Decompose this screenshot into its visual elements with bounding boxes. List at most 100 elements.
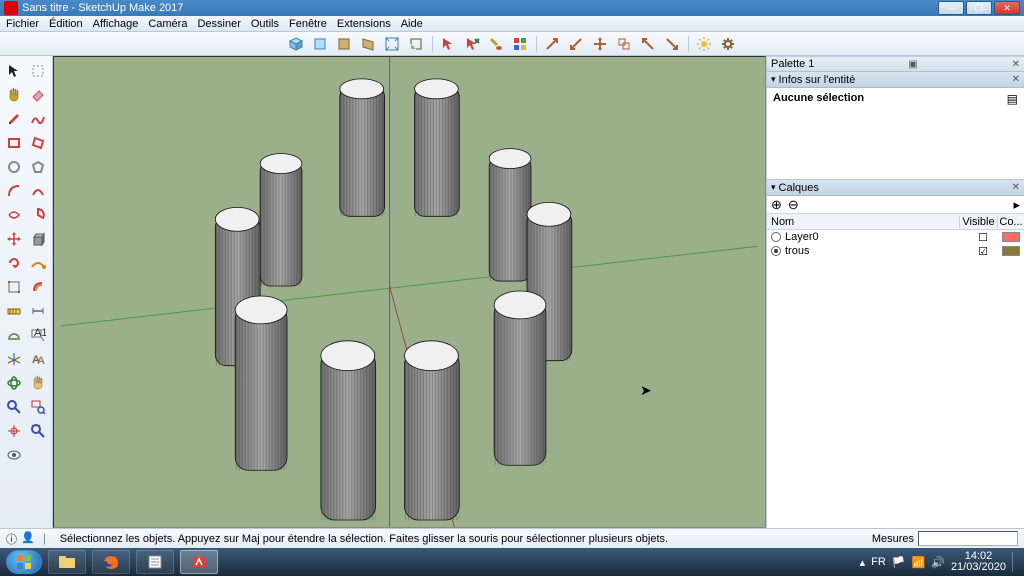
cube-right-icon[interactable] [357,34,379,54]
zoom-ext-icon[interactable] [27,420,49,442]
maximize-button[interactable]: ❐ [966,1,992,15]
axes-icon[interactable] [3,348,25,370]
look-around-icon[interactable] [3,444,25,466]
menu-aide[interactable]: Aide [401,18,423,30]
text-label-icon[interactable]: A1 [27,324,49,346]
menu-fichier[interactable]: Fichier [6,18,39,30]
rectangle-select-icon[interactable] [27,60,49,82]
dimension-icon[interactable] [27,300,49,322]
arrow-move-icon[interactable] [589,34,611,54]
zoom-icon[interactable] [3,396,25,418]
protractor-icon[interactable] [3,324,25,346]
arc-3pt-icon[interactable] [3,204,25,226]
taskbar-firefox-icon[interactable] [92,550,130,574]
taskbar-explorer-icon[interactable] [48,550,86,574]
menu-affichage[interactable]: Affichage [93,18,139,30]
tape-icon[interactable] [3,300,25,322]
tray-flag-icon[interactable]: 🏳️ [892,556,906,569]
taskbar-notepad-icon[interactable] [136,550,174,574]
arrow-sw-icon[interactable] [565,34,587,54]
cube-top-icon[interactable] [309,34,331,54]
palette-collapse-icon[interactable]: ▣ [908,59,917,70]
layer-color-swatch[interactable] [1002,246,1020,256]
position-camera-icon[interactable] [3,420,25,442]
pencil-icon[interactable] [3,108,25,130]
rotated-rect-icon[interactable] [27,132,49,154]
move-icon[interactable] [3,228,25,250]
gear-icon[interactable] [717,34,739,54]
palette-header[interactable]: Palette 1 ▣ ✕ [767,56,1024,72]
layer-color-swatch[interactable] [1002,232,1020,242]
layer-row[interactable]: Layer0 ☐ [767,230,1024,244]
arrow-nw-icon[interactable] [637,34,659,54]
tray-expand-icon[interactable]: ▴ [860,556,866,569]
tray-sound-icon[interactable]: 🔊 [931,556,945,569]
eraser-pink-icon[interactable] [27,84,49,106]
cube-front-icon[interactable] [333,34,355,54]
layer-name[interactable]: trous [785,245,964,257]
entityinfo-header[interactable]: Infos sur l'entité ✕ [767,72,1024,88]
layer-add-icon[interactable]: ⊕ [771,197,782,213]
layers-close-icon[interactable]: ✕ [1012,182,1020,193]
zoom-window-icon[interactable] [27,396,49,418]
3d-viewport[interactable]: ➤ [53,56,766,528]
rotate-icon[interactable] [3,252,25,274]
layer-active-radio[interactable] [771,232,781,242]
hand-pan-icon[interactable] [3,84,25,106]
layers-col-visible[interactable]: Visible [960,216,998,228]
layers-menu-icon[interactable]: ▸ [1013,197,1020,213]
pan-icon[interactable] [27,372,49,394]
status-user-icon[interactable]: 👤 [21,531,35,547]
arrow-se-icon[interactable] [661,34,683,54]
layer-row[interactable]: trous ☑ [767,244,1024,258]
pie-icon[interactable] [27,204,49,226]
arrow-copy-icon[interactable] [613,34,635,54]
layer-name[interactable]: Layer0 [785,231,964,243]
circle-icon[interactable] [3,156,25,178]
paint-icon[interactable] [485,34,507,54]
followme-icon[interactable] [27,252,49,274]
layer-visible-checkbox[interactable]: ☐ [964,231,1002,244]
arc-2pt-icon[interactable] [27,180,49,202]
layers-col-color[interactable]: Co... [998,216,1024,228]
menu-extensions[interactable]: Extensions [337,18,391,30]
tray-lang[interactable]: FR [871,556,886,568]
start-button[interactable] [6,550,42,574]
orbit-icon[interactable] [3,372,25,394]
color-icon[interactable] [509,34,531,54]
entityinfo-close-icon[interactable]: ✕ [1012,74,1020,85]
entity-toggle-icon[interactable]: ▤ [1007,92,1018,106]
tray-clock[interactable]: 14:02 21/03/2020 [951,551,1006,573]
arrow-ne-icon[interactable] [541,34,563,54]
layer-visible-checkbox[interactable]: ☑ [964,245,1002,258]
select-cross-icon[interactable] [461,34,483,54]
layer-active-radio[interactable] [771,246,781,256]
freehand-icon[interactable] [27,108,49,130]
layers-col-name[interactable]: Nom [767,216,960,228]
layer-remove-icon[interactable]: ⊖ [788,197,799,213]
rectangle-icon[interactable] [3,132,25,154]
show-desktop-button[interactable] [1012,552,1018,572]
status-help-icon[interactable]: ⓘ [6,531,17,547]
minimize-button[interactable]: — [938,1,964,15]
zoom-prev-icon[interactable] [405,34,427,54]
status-geo-icon[interactable]: ｜ [39,531,50,547]
menu-outils[interactable]: Outils [251,18,279,30]
palette-close-icon[interactable]: ✕ [1012,59,1020,70]
layers-header[interactable]: Calques ✕ [767,180,1024,196]
offset-icon[interactable] [27,276,49,298]
scale-icon[interactable] [3,276,25,298]
cube-iso-icon[interactable] [285,34,307,54]
select-red-icon[interactable] [437,34,459,54]
sun-icon[interactable] [693,34,715,54]
taskbar-sketchup-icon[interactable] [180,550,218,574]
menu-dessiner[interactable]: Dessiner [197,18,240,30]
zoom-extents-icon[interactable] [381,34,403,54]
arc-icon[interactable] [3,180,25,202]
select-arrow-icon[interactable] [3,60,25,82]
tray-network-icon[interactable]: 📶 [912,556,926,569]
menu-camera[interactable]: Caméra [148,18,187,30]
menu-fenetre[interactable]: Fenêtre [289,18,327,30]
close-button[interactable]: ✕ [994,1,1020,15]
pushpull-icon[interactable] [27,228,49,250]
